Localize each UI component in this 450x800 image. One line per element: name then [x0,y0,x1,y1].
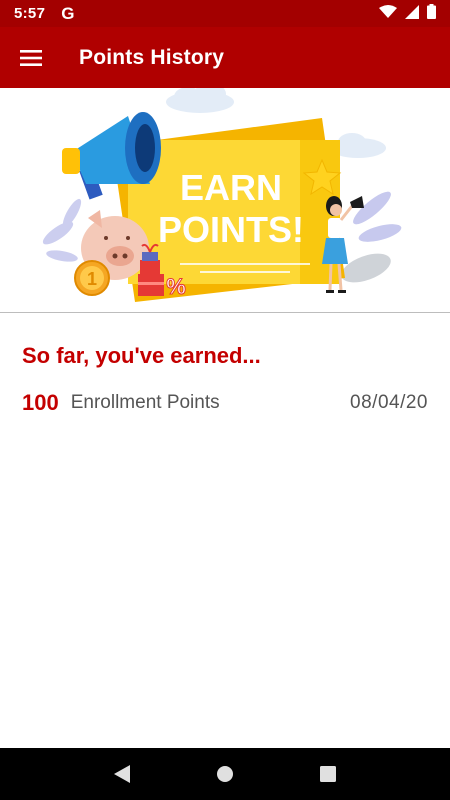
percent-symbol: % [166,274,186,299]
banner-line-2: POINTS! [158,209,304,250]
google-icon: G [61,3,75,23]
hamburger-menu-icon[interactable] [0,27,62,88]
page-title: Points History [79,45,225,69]
percent-icon: % [166,274,187,300]
leaf-decoration-left [42,198,82,262]
points-date: 08/04/20 [350,392,428,413]
status-bar: 5:57 G [0,0,450,27]
battery-icon [427,4,436,23]
app-bar: Points History [0,27,450,88]
recents-icon[interactable] [308,754,348,794]
status-icons [379,4,436,23]
coin-number: 1 [87,269,97,289]
home-icon[interactable] [205,754,245,794]
back-icon[interactable] [102,754,142,794]
navigation-bar [0,748,450,800]
wifi-icon [379,4,397,23]
coin-icon: 1 [74,260,110,296]
points-history-row: 100 Enrollment Points 08/04/20 [22,388,428,418]
leaf-decoration-right [341,191,402,283]
banner-line-1: EARN [180,167,282,208]
cell-signal-icon [405,4,419,23]
banner-divider [0,312,450,313]
points-description: Enrollment Points [70,392,220,413]
status-time: 5:57 [14,5,46,22]
earn-points-banner: EARN POINTS! 1 % [0,88,450,312]
earned-heading: So far, you've earned... [22,343,261,368]
points-amount: 100 [22,390,59,415]
